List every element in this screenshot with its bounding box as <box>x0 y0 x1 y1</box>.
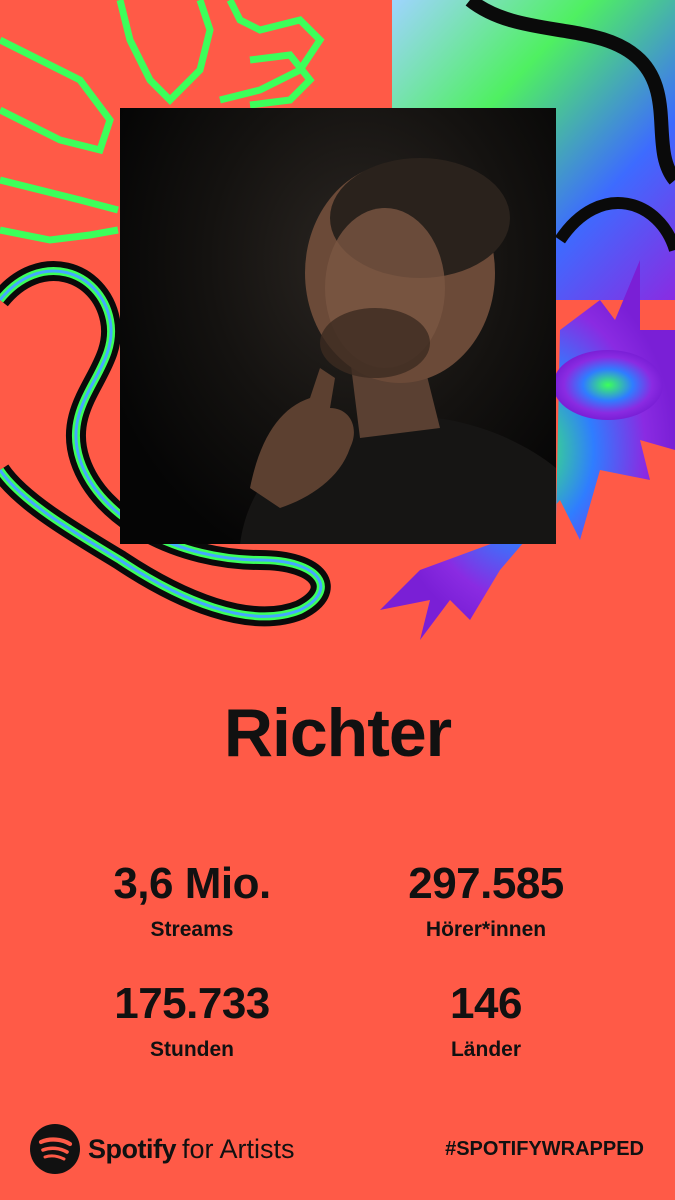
artist-name: Richter <box>223 695 452 771</box>
stat-listeners: 297.585 Hörer*innen <box>336 862 636 942</box>
brand-suffix: for Artists <box>182 1133 295 1164</box>
stat-label: Länder <box>450 1038 521 1061</box>
artist-portrait-image <box>240 158 556 544</box>
stat-label: Hörer*innen <box>425 918 547 941</box>
hashtag[interactable]: #SPOTIFYWRAPPED <box>445 1138 644 1161</box>
brand-name: Spotify <box>88 1133 177 1164</box>
stat-label: Stunden <box>150 1038 234 1061</box>
stat-countries: 146 Länder <box>336 982 636 1062</box>
stat-label: Streams <box>150 918 234 941</box>
stat-streams: 3,6 Mio. Streams <box>42 862 342 942</box>
stat-value: 3,6 Mio. <box>113 859 271 908</box>
spotify-logo-icon <box>30 1124 80 1174</box>
stat-value: 297.585 <box>408 859 564 908</box>
spotify-for-artists-logo[interactable]: Spotify for Artists <box>30 1124 295 1174</box>
artist-photo <box>120 108 556 544</box>
stat-hours: 175.733 Stunden <box>42 982 342 1062</box>
stat-value: 175.733 <box>114 979 270 1028</box>
stat-value: 146 <box>450 979 522 1028</box>
